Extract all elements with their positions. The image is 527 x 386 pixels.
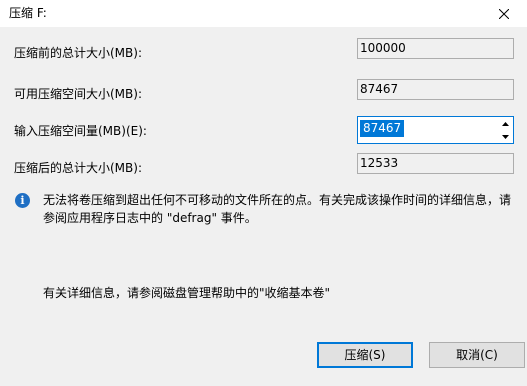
available-value: 87467 [357,79,514,100]
chevron-down-icon [502,134,509,139]
shrink-amount-stepper[interactable]: 87467 [357,116,514,144]
help-message: 有关详细信息，请参阅磁盘管理帮助中的"收缩基本卷" [43,286,331,300]
shrink-amount-input[interactable]: 87467 [360,120,405,137]
total-before-value: 100000 [357,38,514,59]
total-after-label: 压缩后的总计大小(MB): [14,161,142,175]
total-after-value: 12533 [357,153,514,174]
close-button[interactable] [481,0,527,27]
spin-down-button[interactable] [498,130,513,143]
shrink-button[interactable]: 压缩(S) [317,342,413,368]
close-icon [499,8,509,19]
total-before-label: 压缩前的总计大小(MB): [14,46,142,60]
title-bar: 压缩 F: [0,0,527,27]
info-icon: i [15,193,30,208]
available-label: 可用压缩空间大小(MB): [14,87,142,101]
input-label: 输入压缩空间量(MB)(E): [14,124,147,138]
window-title: 压缩 F: [9,6,47,20]
spin-up-button[interactable] [498,117,513,130]
chevron-up-icon [502,121,509,126]
cancel-button[interactable]: 取消(C) [429,342,525,368]
info-message: 无法将卷压缩到超出任何不可移动的文件所在的点。有关完成该操作时间的详细信息，请参… [43,193,512,225]
